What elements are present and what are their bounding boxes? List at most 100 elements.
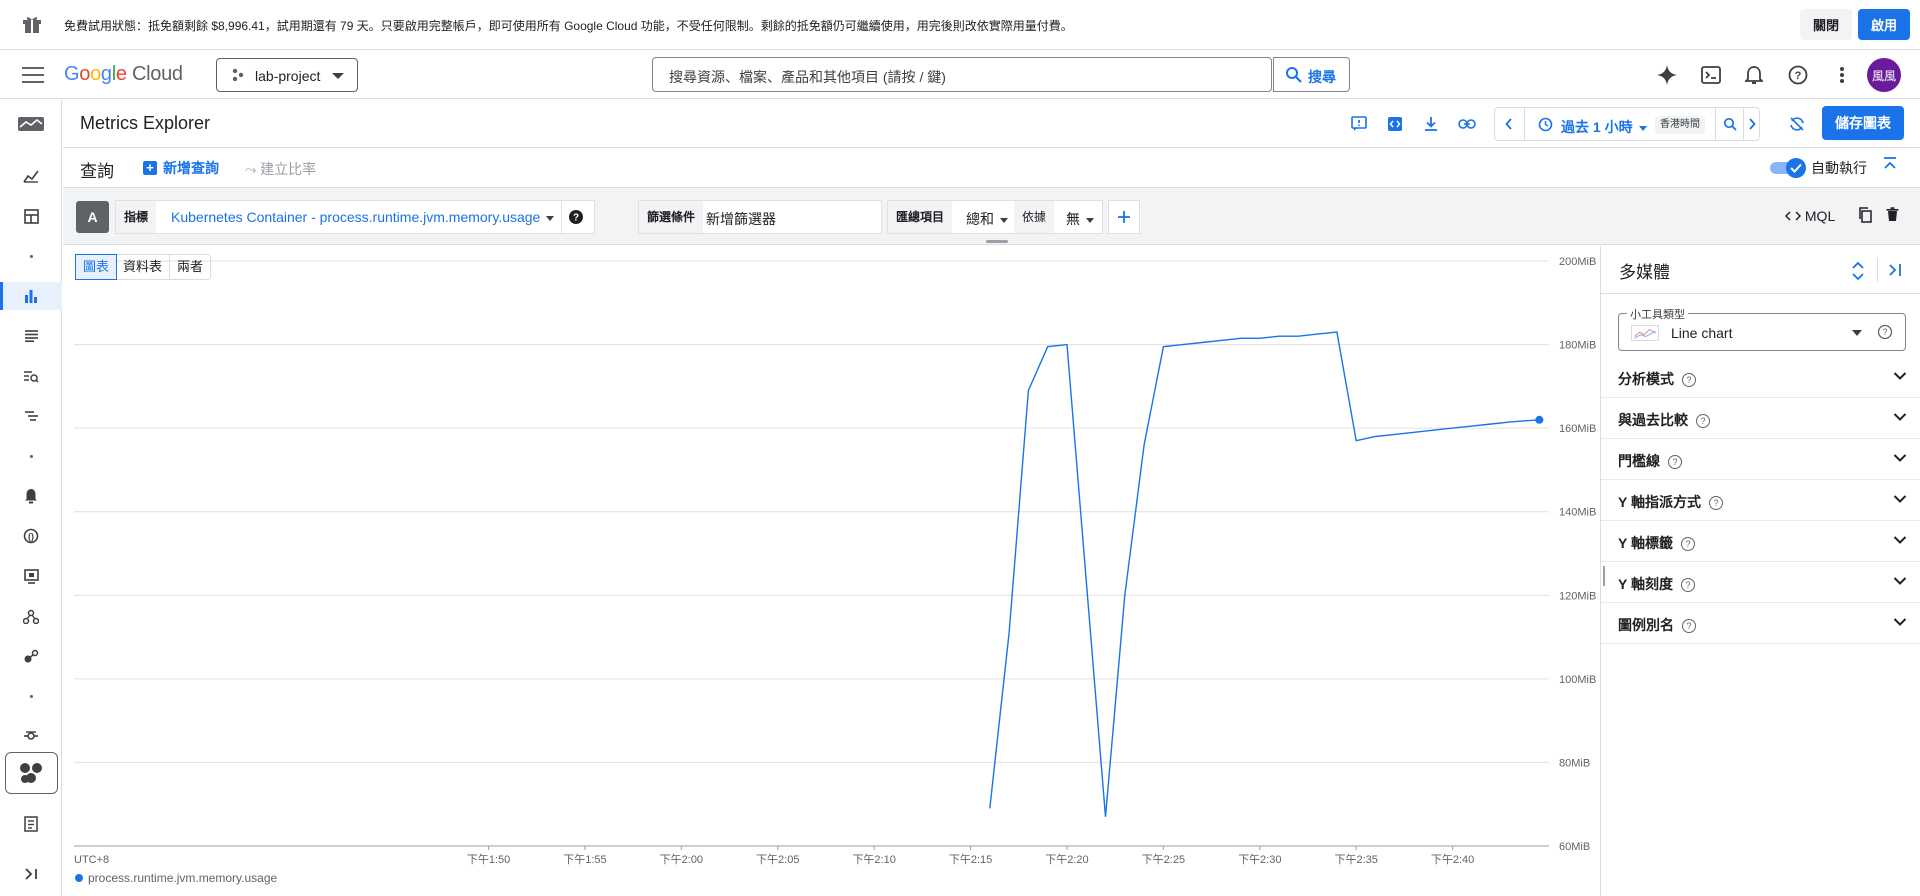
- reset-zoom-icon[interactable]: [1787, 114, 1807, 134]
- aggregation-selector[interactable]: 匯總項目 總和 依據 無: [887, 200, 1103, 234]
- create-ratio-button[interactable]: ⤳ 建立比率: [245, 159, 316, 179]
- metric-help-icon[interactable]: ?: [567, 208, 585, 231]
- search-button[interactable]: 搜尋: [1273, 57, 1350, 92]
- activate-button[interactable]: 啟用: [1858, 9, 1910, 40]
- trace-icon[interactable]: [0, 402, 62, 430]
- notifications-icon[interactable]: [1741, 62, 1767, 88]
- aggregation-key: 匯總項目: [888, 201, 953, 233]
- panel-resize-grip[interactable]: [1603, 566, 1605, 586]
- page-title: Metrics Explorer: [80, 113, 211, 133]
- metrics-explorer-icon[interactable]: [0, 282, 62, 310]
- x-tick-label: 下午2:20: [1045, 853, 1088, 866]
- logs-explorer-icon[interactable]: [0, 322, 62, 350]
- metrics-scope-icon[interactable]: [0, 722, 62, 750]
- release-notes-icon[interactable]: [0, 810, 62, 838]
- chevron-down-icon: [1893, 495, 1907, 503]
- synthetic-monitoring-icon[interactable]: [0, 562, 62, 590]
- accordion-label: Y 軸標籤?: [1618, 533, 1695, 553]
- widget-type-select[interactable]: 小工具類型 Line chart ?: [1618, 306, 1906, 351]
- service-monitoring-icon[interactable]: [0, 602, 62, 630]
- y-tick-label: 120MiB: [1559, 590, 1596, 602]
- help-icon[interactable]: ?: [1696, 414, 1710, 428]
- accordion-row[interactable]: Y 軸指派方式?: [1601, 480, 1920, 521]
- accordion-row[interactable]: Y 軸標籤?: [1601, 521, 1920, 562]
- download-icon[interactable]: [1421, 114, 1441, 134]
- gift-icon: [23, 17, 41, 33]
- mql-toggle[interactable]: MQL: [1784, 208, 1835, 224]
- series-last-point[interactable]: [1535, 415, 1544, 424]
- y-tick-label: 100MiB: [1559, 674, 1596, 686]
- accordion-row[interactable]: 與過去比較?: [1601, 398, 1920, 439]
- help-icon[interactable]: ?: [1682, 619, 1696, 633]
- help-icon[interactable]: ?: [1680, 537, 1695, 551]
- time-back-icon[interactable]: [1499, 114, 1519, 134]
- help-icon[interactable]: ?: [1668, 455, 1682, 469]
- copy-query-icon[interactable]: [1858, 207, 1872, 228]
- filter-value[interactable]: 新增篩選器: [706, 209, 776, 229]
- accordion-row[interactable]: 圖例別名?: [1601, 603, 1920, 644]
- auto-run-toggle[interactable]: [1770, 158, 1806, 178]
- google-cloud-logo[interactable]: Google Cloud: [64, 63, 183, 86]
- code-editor-icon[interactable]: [1385, 114, 1405, 134]
- accordion-row[interactable]: 門檻線?: [1601, 439, 1920, 480]
- dashboards-icon[interactable]: [0, 202, 62, 230]
- search-input[interactable]: 搜尋資源、檔案、產品和其他項目 (請按 / 鍵) 搜尋: [652, 57, 1350, 92]
- help-icon[interactable]: ?: [1708, 496, 1723, 510]
- line-chart[interactable]: 200MiB 180MiB 160MiB 140MiB 120MiB 100MiB 80Mi…: [63, 246, 1600, 896]
- avatar[interactable]: 風風: [1867, 58, 1901, 92]
- y-tick-label: 60MiB: [1559, 841, 1590, 853]
- help-icon[interactable]: ?: [1680, 578, 1695, 592]
- query-letter[interactable]: A: [76, 201, 109, 233]
- alerting-icon[interactable]: [0, 482, 62, 510]
- add-element-button[interactable]: [1108, 200, 1140, 234]
- menu-icon[interactable]: [22, 67, 44, 83]
- overview-icon[interactable]: [0, 162, 62, 190]
- save-chart-button[interactable]: 儲存圖表: [1822, 106, 1904, 140]
- gemini-icon[interactable]: [1654, 62, 1680, 88]
- uptime-checks-icon[interactable]: (): [0, 522, 62, 550]
- delete-query-icon[interactable]: [1886, 207, 1899, 227]
- metric-value[interactable]: Kubernetes Container - process.runtime.j…: [171, 209, 555, 225]
- help-icon[interactable]: ?: [1785, 62, 1811, 88]
- log-search-icon[interactable]: [0, 362, 62, 390]
- accordion-row[interactable]: Y 軸刻度?: [1601, 562, 1920, 603]
- accordion-label: 分析模式?: [1618, 369, 1696, 389]
- close-banner-button[interactable]: 關閉: [1800, 9, 1852, 40]
- time-range-label[interactable]: 過去 1 小時: [1561, 117, 1647, 137]
- time-forward-icon[interactable]: [1742, 114, 1762, 134]
- app-hub-icon[interactable]: [0, 759, 62, 787]
- widget-help-icon[interactable]: ?: [1877, 324, 1893, 345]
- rail-separator-dot: [0, 242, 62, 270]
- collapse-icon[interactable]: [1882, 156, 1898, 177]
- aggregation-value[interactable]: 總和: [966, 209, 1008, 229]
- project-picker[interactable]: lab-project: [216, 58, 358, 92]
- tab-table[interactable]: 資料表: [116, 255, 171, 279]
- chevron-down-icon: [1893, 372, 1907, 380]
- group-by-value[interactable]: 無: [1066, 209, 1094, 229]
- feedback-icon[interactable]: [1349, 114, 1369, 134]
- series-line[interactable]: [989, 331, 1540, 817]
- tab-chart[interactable]: 圖表: [75, 254, 118, 280]
- link-icon[interactable]: [1457, 114, 1477, 134]
- metric-selector[interactable]: 指標 Kubernetes Container - process.runtim…: [115, 200, 595, 234]
- x-tick-label: 下午1:55: [563, 853, 606, 866]
- tab-both[interactable]: 兩者: [170, 255, 210, 279]
- add-query-button[interactable]: + 新增查詢: [143, 158, 219, 178]
- resize-handle[interactable]: [986, 240, 1008, 243]
- x-tick-label: 下午2:15: [949, 853, 992, 866]
- close-panel-icon[interactable]: [1888, 263, 1902, 282]
- monitoring-product-icon[interactable]: [0, 110, 62, 138]
- accordion-row[interactable]: 分析模式?: [1601, 357, 1920, 398]
- time-range-picker[interactable]: 過去 1 小時 香港時間: [1494, 107, 1760, 141]
- legend-label[interactable]: process.runtime.jvm.memory.usage: [88, 871, 277, 885]
- more-vert-icon[interactable]: [1829, 62, 1855, 88]
- help-icon[interactable]: ?: [1682, 373, 1696, 387]
- y-tick-label: 180MiB: [1559, 340, 1596, 352]
- x-tick-label: 下午2:00: [660, 853, 703, 866]
- expand-nav-icon[interactable]: [0, 860, 62, 888]
- unfold-icon[interactable]: [1851, 260, 1865, 287]
- filter-selector[interactable]: 篩選條件 新增篩選器: [638, 200, 882, 234]
- cloud-shell-icon[interactable]: [1698, 62, 1724, 88]
- integrations-icon[interactable]: [0, 642, 62, 670]
- zoom-icon[interactable]: [1720, 114, 1740, 134]
